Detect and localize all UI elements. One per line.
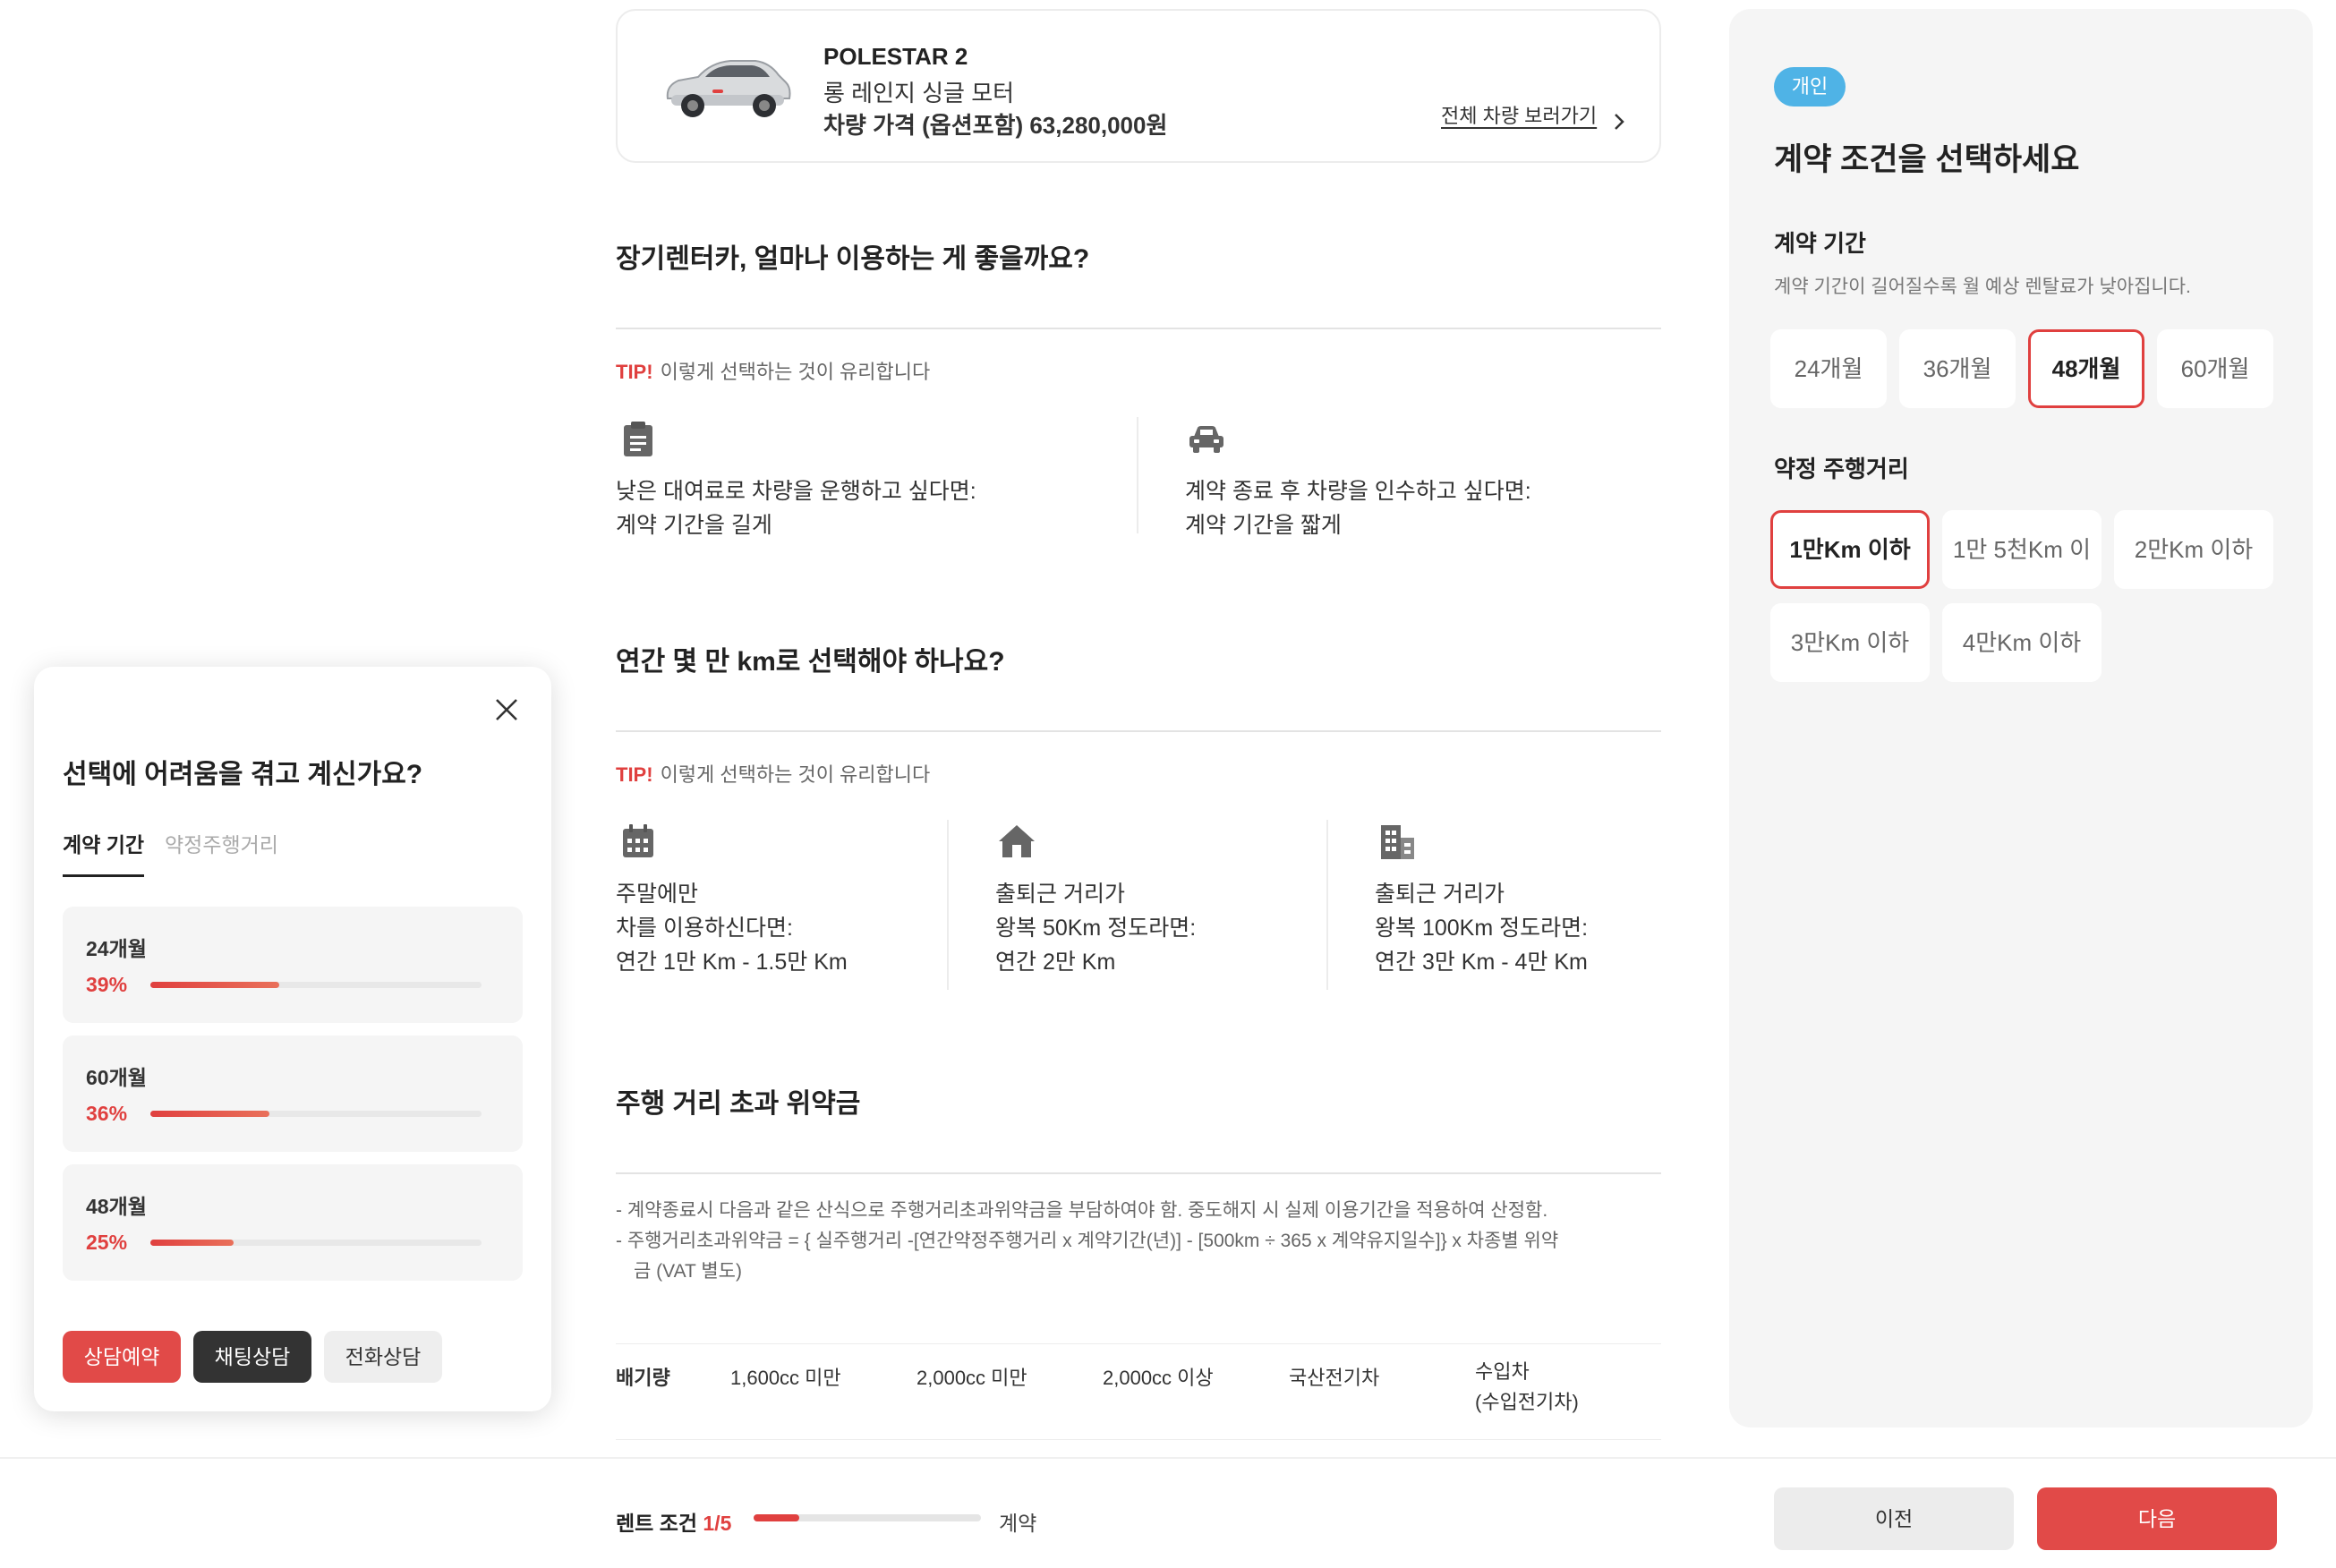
section-title-term: 장기렌터카, 얼마나 이용하는 게 좋을까요?	[616, 244, 1090, 274]
reserve-consult-button[interactable]: 상담예약	[63, 1331, 181, 1383]
tip-mileage: TIP! 이렇게 선택하는 것이 유리합니다	[616, 759, 930, 788]
tab-contract-term[interactable]: 계약 기간	[63, 828, 145, 877]
car-icon	[1189, 426, 1223, 453]
divider	[616, 1172, 1661, 1174]
car-price: 차량 가격 (옵션포함) 63,280,000원	[823, 112, 1168, 139]
stat-card: 60개월 36%	[63, 1035, 523, 1152]
penalty-rule-continued: 금 (VAT 별도)	[634, 1261, 742, 1282]
table-header-cell: 국산전기차	[1289, 1367, 1380, 1389]
tip-item-text: 출퇴근 거리가 왕복 100Km 정도라면: 연간 3만 Km - 4만 Km	[1375, 882, 1589, 975]
close-icon[interactable]	[490, 694, 523, 726]
car-name: POLESTAR 2	[823, 43, 968, 70]
stat-percent: 39%	[86, 973, 128, 996]
chat-consult-button[interactable]: 채팅상담	[193, 1331, 311, 1383]
term-option-48[interactable]: 48개월	[2028, 329, 2144, 408]
tip-item-text: 계약 종료 후 차량을 인수하고 싶다면: 계약 기간을 짧게	[1185, 479, 1531, 538]
term-option-24[interactable]: 24개월	[1770, 329, 1887, 408]
progress-end-label: 계약	[999, 1512, 1037, 1535]
tip-label: TIP!	[616, 763, 653, 786]
tip-item-text: 출퇴근 거리가 왕복 50Km 정도라면: 연간 2만 Km	[995, 882, 1197, 975]
penalty-rule: - 계약종료시 다음과 같은 산식으로 주행거리초과위약금을 부담하여야 함. …	[616, 1200, 1548, 1221]
penalty-rules: - 계약종료시 다음과 같은 산식으로 주행거리초과위약금을 부담하여야 함. …	[616, 1196, 1661, 1287]
stat-percent: 36%	[86, 1102, 128, 1125]
next-button[interactable]: 다음	[2037, 1487, 2277, 1550]
column-divider	[1137, 417, 1138, 533]
car-summary-card: POLESTAR 2 롱 레인지 싱글 모터 차량 가격 (옵션포함) 63,2…	[616, 9, 1661, 163]
calendar-icon	[623, 824, 653, 857]
tip-item-text: 낮은 대여료로 차량을 운행하고 싶다면: 계약 기간을 길게	[616, 479, 976, 538]
term-option-60[interactable]: 60개월	[2157, 329, 2273, 408]
popup-title: 선택에 어려움을 겪고 계신가요?	[63, 760, 423, 789]
stat-percent: 25%	[86, 1231, 128, 1254]
stat-label: 60개월	[86, 1066, 147, 1089]
mileage-option-30k[interactable]: 3만Km 이하	[1770, 603, 1930, 682]
tab-mileage[interactable]: 약정주행거리	[165, 828, 278, 858]
stat-label: 48개월	[86, 1195, 147, 1218]
table-header-cell: 2,000cc 이상	[1103, 1367, 1214, 1389]
progress-step-count: 1/5	[703, 1512, 732, 1535]
section-title-penalty: 주행 거리 초과 위약금	[616, 1089, 861, 1119]
view-all-cars-link[interactable]: 전체 차량 보러가기	[1441, 100, 1597, 129]
table-header-cell: 배기량	[616, 1367, 670, 1389]
table-header-cell: 1,600cc 미만	[730, 1367, 841, 1389]
mileage-option-15k[interactable]: 1만 5천Km 이하	[1942, 510, 2102, 642]
divider	[616, 328, 1661, 329]
mileage-option-20k[interactable]: 2만Km 이하	[2114, 510, 2273, 589]
stat-card: 48개월 25%	[63, 1164, 523, 1281]
stat-bar	[150, 1240, 482, 1246]
term-section-desc: 계약 기간이 길어질수록 월 예상 렌탈료가 낮아집니다.	[1774, 277, 2191, 297]
column-divider	[1326, 820, 1328, 990]
help-popup: 선택에 어려움을 겪고 계신가요? 계약 기간 약정주행거리 24개월 39% …	[34, 667, 551, 1411]
stat-bar-fill	[150, 1111, 270, 1117]
tip-label: TIP!	[616, 361, 653, 383]
car-image	[666, 60, 791, 117]
stat-card: 24개월 39%	[63, 907, 523, 1023]
phone-consult-button[interactable]: 전화상담	[324, 1331, 442, 1383]
table-header-cell: 수입차 (수입전기차)	[1475, 1360, 1579, 1413]
stat-bar-fill	[150, 982, 280, 988]
house-icon	[999, 825, 1035, 857]
stat-bar	[150, 982, 482, 988]
mileage-option-40k[interactable]: 4만Km 이하	[1942, 603, 2102, 682]
progress-bar	[754, 1514, 981, 1521]
building-icon	[1381, 825, 1414, 859]
tip-text: 이렇게 선택하는 것이 유리합니다	[660, 763, 931, 786]
table-top-border	[616, 1343, 1661, 1344]
stat-bar	[150, 1111, 482, 1117]
table-row-border	[616, 1439, 1661, 1440]
progress-step-name: 렌트 조건	[616, 1512, 698, 1535]
progress-bar-fill	[754, 1514, 799, 1521]
tip-term: TIP! 이렇게 선택하는 것이 유리합니다	[616, 356, 930, 385]
term-option-36[interactable]: 36개월	[1899, 329, 2016, 408]
customer-type-badge: 개인	[1774, 67, 1846, 107]
stat-label: 24개월	[86, 937, 147, 960]
clipboard-icon	[624, 422, 652, 456]
panel-title: 계약 조건을 선택하세요	[1774, 142, 2080, 177]
divider	[616, 730, 1661, 732]
section-title-mileage: 연간 몇 만 km로 선택해야 하나요?	[616, 647, 1005, 677]
penalty-table-header: 배기량 1,600cc 미만 2,000cc 미만 2,000cc 이상 국산전…	[616, 1360, 1661, 1434]
prev-button[interactable]: 이전	[1774, 1487, 2014, 1550]
mileage-section-title: 약정 주행거리	[1774, 456, 1909, 482]
chevron-right-icon[interactable]	[1611, 109, 1629, 134]
footer-divider	[0, 1457, 2336, 1459]
progress-label: 렌트 조건 1/5	[616, 1506, 731, 1537]
column-divider	[947, 820, 949, 990]
stat-bar-fill	[150, 1240, 234, 1246]
car-trim: 롱 레인지 싱글 모터	[823, 80, 1015, 107]
term-section-title: 계약 기간	[1774, 230, 1866, 257]
contract-options-panel: 개인 계약 조건을 선택하세요 계약 기간 계약 기간이 길어질수록 월 예상 …	[1729, 9, 2313, 1427]
tip-text: 이렇게 선택하는 것이 유리합니다	[660, 361, 931, 383]
penalty-rule: - 주행거리초과위약금 = { 실주행거리 -[연간약정주행거리 x 계약기간(…	[616, 1231, 1559, 1251]
tip-item-text: 주말에만 차를 이용하신다면: 연간 1만 Km - 1.5만 Km	[616, 882, 848, 975]
mileage-option-10k[interactable]: 1만Km 이하	[1770, 510, 1930, 589]
table-header-cell: 2,000cc 미만	[916, 1367, 1027, 1389]
